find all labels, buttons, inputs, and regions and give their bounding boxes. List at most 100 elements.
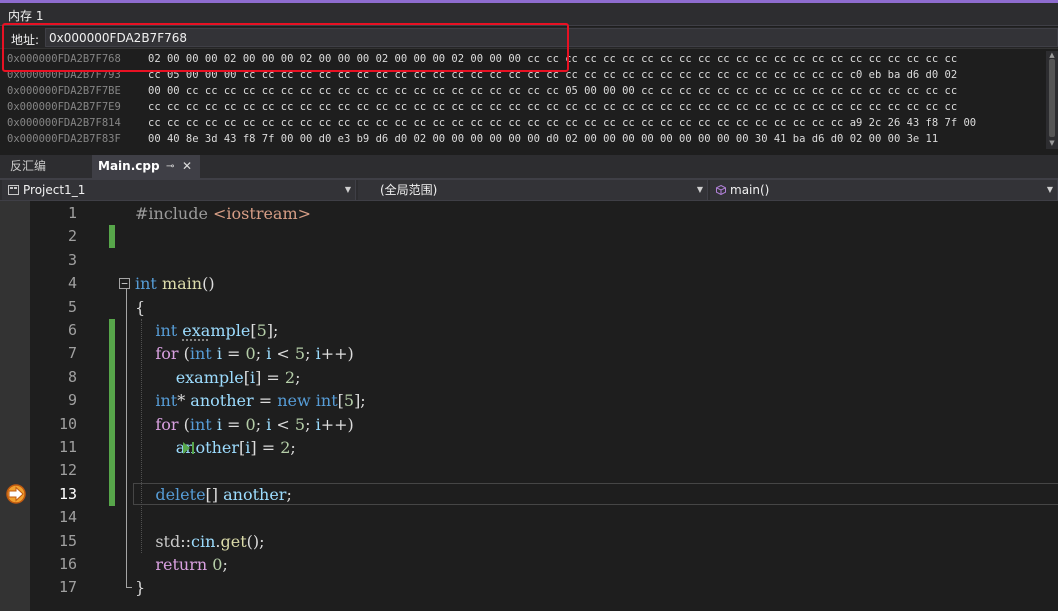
- memory-row-bytes[interactable]: 00 40 8e 3d 43 f8 7f 00 00 d0 e3 b9 d6 d…: [148, 131, 938, 147]
- code-line[interactable]: 3: [0, 249, 1058, 272]
- code-token: for: [155, 414, 179, 434]
- code-editor[interactable]: 1 #include <iostream> 2 3 4 int main() 5{6 int…: [0, 201, 1058, 611]
- function-dropdown[interactable]: main() ▼: [710, 180, 1058, 200]
- memory-row-bytes[interactable]: 02 00 00 00 02 00 00 00 02 00 00 00 02 0…: [148, 51, 957, 67]
- code-token: return: [155, 555, 208, 574]
- code-token: new: [277, 391, 311, 411]
- memory-row[interactable]: 0x000000FDA2B7F7BE 00 00 cc cc cc cc cc c…: [0, 83, 1046, 99]
- code-line[interactable]: 9 int* another = new int[5];: [0, 389, 1058, 412]
- memory-row[interactable]: 0x000000FDA2B7F814 cc cc cc cc cc cc cc c…: [0, 115, 1046, 131]
- scroll-down-icon[interactable]: ▼: [1046, 139, 1058, 147]
- code-text[interactable]: another[i] = 2;: [135, 436, 296, 459]
- line-number: 9: [67, 391, 77, 410]
- code-token: 2: [284, 367, 296, 387]
- code-token: int: [155, 391, 178, 411]
- tab-main-cpp[interactable]: Main.cpp ⊸ ✕: [92, 155, 200, 178]
- code-token: <: [271, 414, 295, 434]
- code-token: =: [253, 391, 278, 411]
- code-token: mple: [210, 321, 251, 340]
- code-token: std: [155, 531, 181, 551]
- tab-main-cpp-label: Main.cpp: [98, 159, 160, 173]
- code-token: <: [271, 344, 295, 364]
- code-text[interactable]: int main(): [135, 272, 215, 295]
- code-line[interactable]: 1 #include <iostream>: [0, 202, 1058, 225]
- code-token: ;: [305, 344, 316, 364]
- line-number: 17: [58, 578, 77, 597]
- code-text[interactable]: }: [135, 576, 145, 599]
- memory-address-bar: 地址:: [0, 27, 1058, 49]
- line-number: 1: [67, 204, 77, 222]
- memory-row[interactable]: 0x000000FDA2B7F7E9 cc cc cc cc cc cc cc c…: [0, 99, 1046, 115]
- code-line[interactable]: 5{: [0, 296, 1058, 319]
- code-line[interactable]: 14: [0, 506, 1058, 529]
- code-text[interactable]: for (int i = 0; i < 5; i++): [135, 413, 353, 436]
- code-token: int: [155, 321, 178, 340]
- function-name: main(): [730, 183, 770, 197]
- code-text[interactable]: std::cin.get();: [135, 530, 264, 553]
- code-line[interactable]: 7 for (int i = 0; i < 5; i++): [0, 342, 1058, 365]
- code-token: ;: [255, 344, 267, 364]
- collapse-minus-icon[interactable]: −: [119, 278, 130, 290]
- close-icon[interactable]: ✕: [182, 155, 192, 178]
- code-line[interactable]: 10 for (int i = 0; i < 5; i++): [0, 413, 1058, 436]
- line-number: 7: [67, 344, 77, 363]
- chevron-down-icon: ▼: [1046, 185, 1053, 194]
- code-token: *: [177, 391, 191, 411]
- pin-icon[interactable]: ⊸: [166, 155, 174, 178]
- tab-disassembly[interactable]: 反汇编: [0, 155, 92, 178]
- memory-row-bytes[interactable]: cc 05 00 00 00 cc cc cc cc cc cc cc cc c…: [148, 67, 957, 83]
- code-token: ;: [290, 438, 296, 457]
- code-token: int: [189, 344, 212, 364]
- memory-row[interactable]: 0x000000FDA2B7F793 cc 05 00 00 00 cc cc c…: [0, 67, 1046, 83]
- cube-icon: [716, 185, 726, 195]
- memory-row-bytes[interactable]: cc cc cc cc cc cc cc cc cc cc cc cc cc c…: [148, 99, 957, 115]
- code-line[interactable]: 16 return 0;: [0, 553, 1058, 576]
- memory-row[interactable]: 0x000000FDA2B7F768 02 00 00 00 02 00 00 0…: [0, 51, 1046, 67]
- code-line[interactable]: 17}: [0, 576, 1058, 599]
- code-text[interactable]: {: [135, 296, 145, 319]
- code-line[interactable]: 6 int example[5];: [0, 319, 1058, 342]
- code-line[interactable]: 2: [0, 225, 1058, 248]
- code-token: 0: [245, 414, 256, 434]
- memory-row[interactable]: 0x000000FDA2B7F83F 00 40 8e 3d 43 f8 7f 0…: [0, 131, 1046, 147]
- code-text[interactable]: #include <iostream>: [135, 202, 311, 225]
- code-line[interactable]: 4 int main(): [0, 272, 1058, 295]
- chevron-down-icon: ▼: [696, 185, 703, 194]
- memory-row-bytes[interactable]: 00 00 cc cc cc cc cc cc cc cc cc cc cc c…: [148, 83, 957, 99]
- code-text[interactable]: for (int i = 0; i < 5; i++): [135, 342, 354, 365]
- memory-scrollbar-thumb[interactable]: [1049, 59, 1055, 137]
- scroll-up-icon[interactable]: ▲: [1046, 51, 1058, 59]
- code-text[interactable]: return 0;: [135, 553, 227, 576]
- code-line[interactable]: 11 another[i] = 2;: [0, 436, 1058, 459]
- code-text[interactable]: example[i] = 2;: [135, 366, 301, 389]
- code-line[interactable]: 12: [0, 459, 1058, 482]
- address-input[interactable]: [45, 28, 1058, 47]
- code-token: ];: [354, 391, 366, 411]
- code-token: for: [155, 344, 179, 364]
- memory-window-titlebar[interactable]: 内存 1: [0, 3, 1058, 26]
- code-token: 0: [245, 344, 256, 364]
- project-dropdown[interactable]: Project1_1 ▼: [2, 180, 356, 200]
- code-token: (): [202, 274, 215, 294]
- code-text[interactable]: int* another = new int[5];: [135, 389, 366, 412]
- line-number: 10: [58, 414, 77, 433]
- run-to-click-icon[interactable]: [181, 440, 197, 456]
- code-token: ];: [266, 321, 279, 340]
- code-token: int: [315, 391, 338, 411]
- code-token: ++): [320, 344, 354, 364]
- memory-hex-view[interactable]: 0x000000FDA2B7F768 02 00 00 00 02 00 00 0…: [0, 51, 1046, 149]
- code-line[interactable]: 8 example[i] = 2;: [0, 366, 1058, 389]
- line-number: 3: [67, 250, 77, 269]
- memory-row-bytes[interactable]: cc cc cc cc cc cc cc cc cc cc cc cc cc c…: [148, 115, 976, 131]
- current-line-highlight: [133, 483, 1058, 506]
- code-text[interactable]: int example[5];: [135, 319, 278, 342]
- scope-dropdown[interactable]: (全局范围) ▼: [358, 180, 708, 200]
- memory-scrollbar[interactable]: ▲ ▼: [1046, 51, 1058, 149]
- code-token: #include: [135, 204, 214, 223]
- code-token: int: [135, 274, 157, 294]
- code-token: 0: [212, 555, 223, 574]
- code-token: cin: [191, 531, 216, 551]
- code-line[interactable]: 15 std::cin.get();: [0, 530, 1058, 553]
